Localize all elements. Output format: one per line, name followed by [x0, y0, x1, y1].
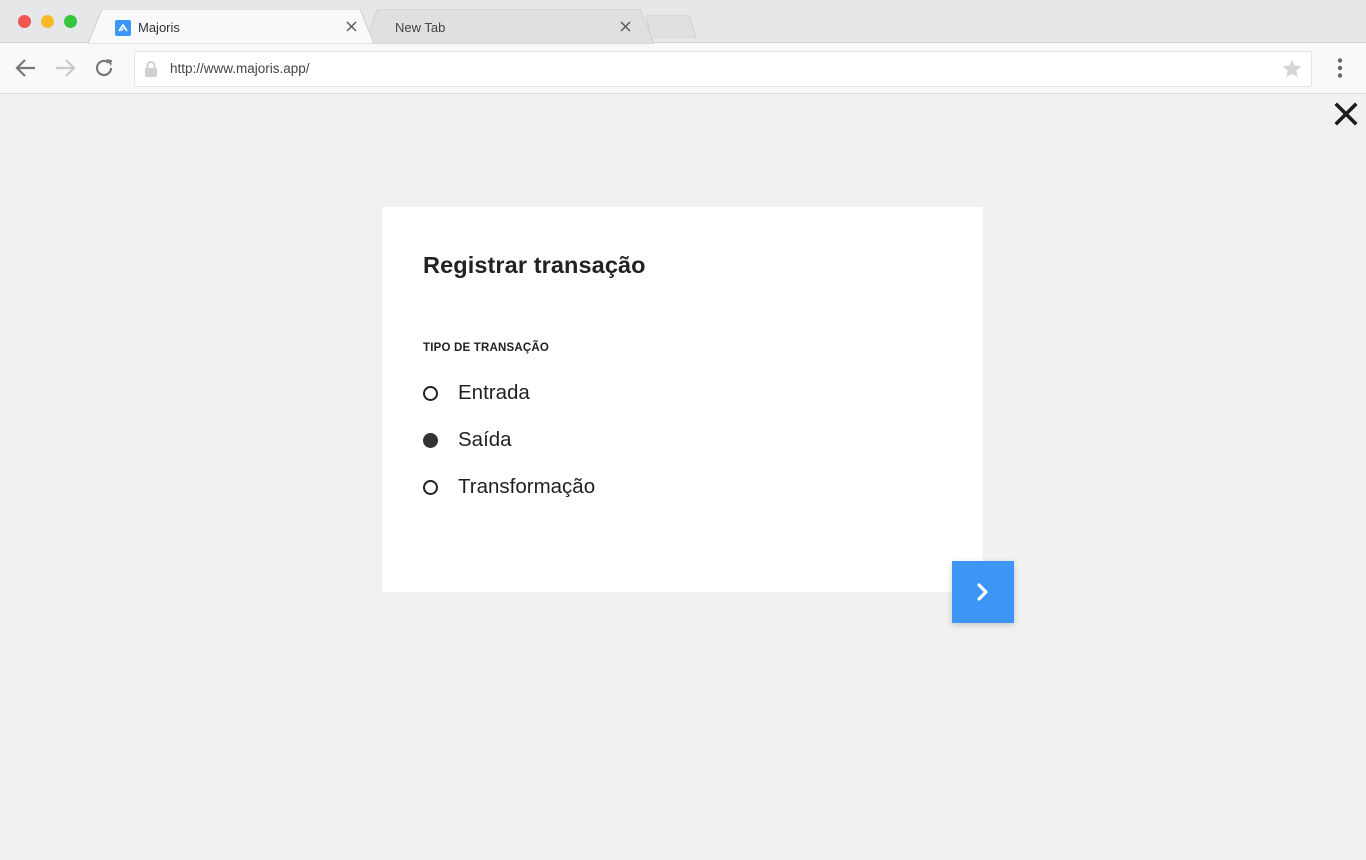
- browser-toolbar: http://www.majoris.app/: [0, 43, 1366, 94]
- close-window-button[interactable]: [18, 15, 31, 28]
- radio-transformacao[interactable]: [423, 479, 438, 495]
- maximize-window-button[interactable]: [64, 15, 77, 28]
- majoris-favicon-icon: [115, 20, 131, 36]
- url-text: http://www.majoris.app/: [170, 61, 310, 76]
- option-transformacao[interactable]: Transformação: [423, 472, 595, 502]
- browser-titlebar: Majoris New Tab: [0, 0, 1366, 44]
- chevron-right-icon: [977, 583, 988, 601]
- lock-icon: [145, 61, 157, 77]
- back-arrow-icon[interactable]: [14, 56, 38, 80]
- option-entrada[interactable]: Entrada: [423, 378, 530, 408]
- option-label: Entrada: [458, 381, 530, 404]
- minimize-window-button[interactable]: [41, 15, 54, 28]
- tab-majoris[interactable]: Majoris: [88, 9, 374, 44]
- star-icon[interactable]: [1281, 58, 1303, 80]
- option-saida[interactable]: Saída: [423, 425, 512, 455]
- address-bar[interactable]: http://www.majoris.app/: [134, 51, 1312, 87]
- next-button[interactable]: [952, 561, 1014, 623]
- transaction-type-label: TIPO DE TRANSAÇÃO: [423, 342, 550, 354]
- page-title: Registrar transação: [423, 252, 646, 278]
- forward-arrow-icon[interactable]: [53, 56, 77, 80]
- reload-icon[interactable]: [92, 56, 116, 80]
- close-icon[interactable]: [1333, 101, 1359, 127]
- tab-new-tab[interactable]: New Tab: [364, 9, 654, 44]
- close-tab-icon[interactable]: [344, 19, 358, 33]
- kebab-menu-icon[interactable]: [1330, 56, 1350, 80]
- option-label: Saída: [458, 428, 512, 451]
- radio-saida[interactable]: [423, 432, 438, 448]
- option-label: Transformação: [458, 475, 596, 498]
- close-tab-icon[interactable]: [618, 19, 632, 33]
- tab-title: New Tab: [395, 20, 446, 35]
- radio-entrada[interactable]: [423, 385, 438, 401]
- transaction-card: Registrar transação TIPO DE TRANSAÇÃO En…: [382, 207, 983, 592]
- tab-title: Majoris: [138, 20, 180, 35]
